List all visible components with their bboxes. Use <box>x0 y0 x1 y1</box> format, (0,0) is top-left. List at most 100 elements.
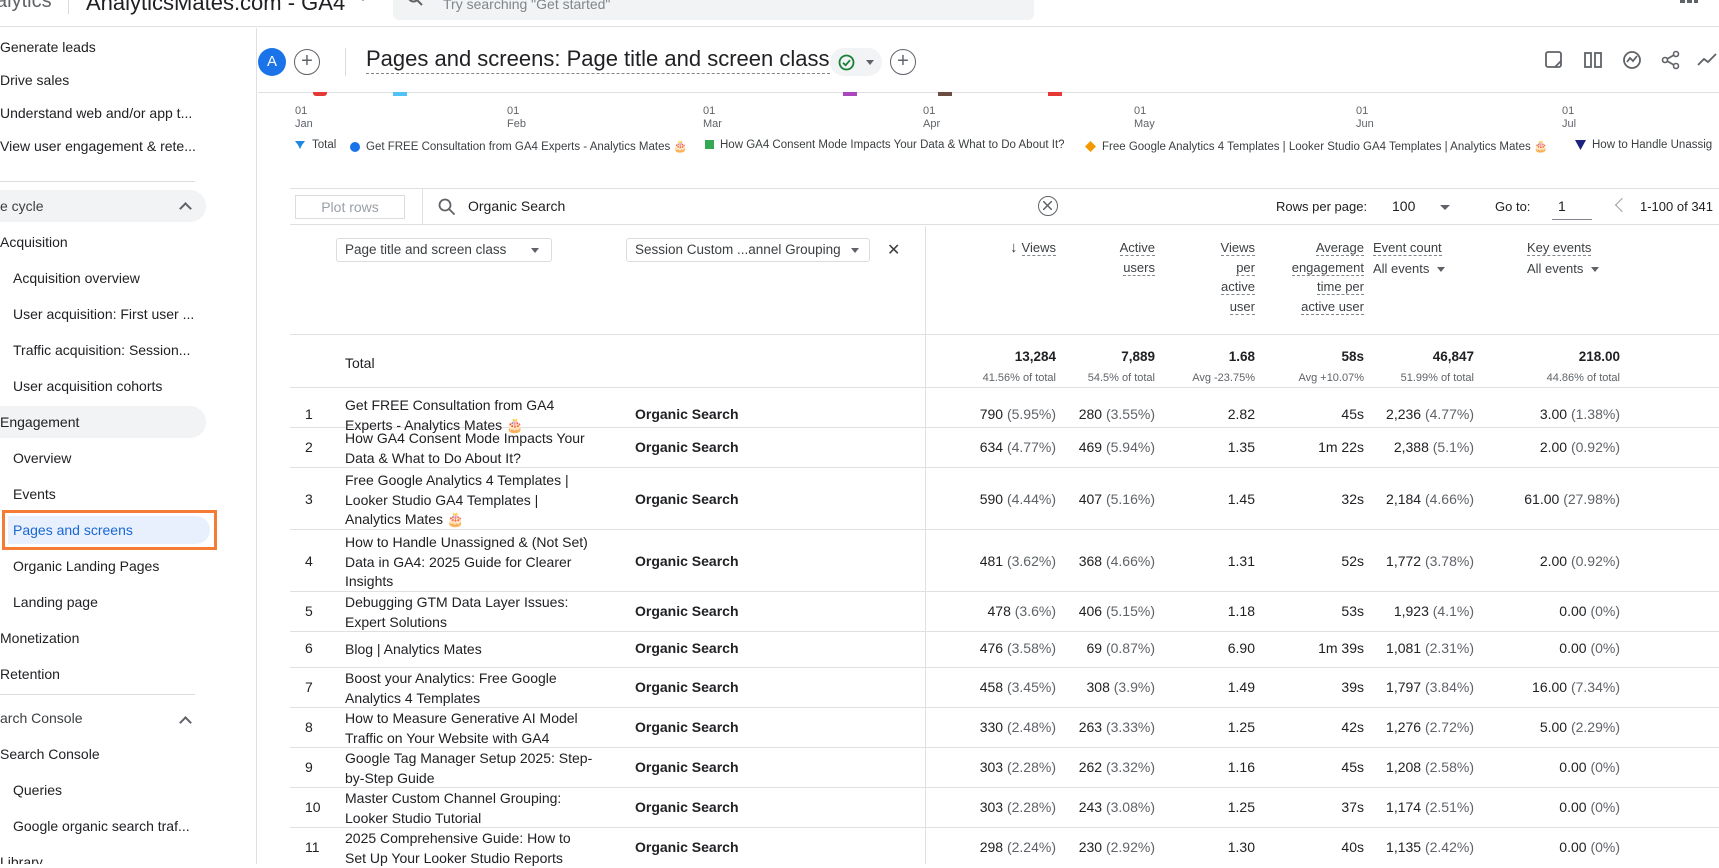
key-events-filter[interactable]: All events <box>1527 261 1600 276</box>
search-placeholder: Try searching "Get started" <box>443 0 611 12</box>
table-row[interactable]: 10 Master Custom Channel Grouping: Looker… <box>290 788 1719 828</box>
column-header-event-count[interactable]: Event count <box>1360 238 1474 258</box>
row-index: 11 <box>305 839 320 855</box>
sidebar-item-drive-sales[interactable]: Drive sales <box>0 65 69 95</box>
table-row[interactable]: 6 Blog | Analytics Mates Organic Search 476… <box>290 632 1719 668</box>
search-input[interactable]: Try searching "Get started" <box>393 0 1034 20</box>
event-count-filter[interactable]: All events <box>1373 261 1446 276</box>
date-range-blank <box>1298 46 1518 78</box>
left-nav: Generate leads Drive sales Understand we… <box>0 28 257 864</box>
row-page-title: Blog | Analytics Mates <box>345 641 482 657</box>
sidebar-section-search-console[interactable]: arch Console <box>0 703 83 733</box>
table-row[interactable]: 8 How to Measure Generative AI Model Traf… <box>290 708 1719 748</box>
rows-per-page-select[interactable]: 100 <box>1392 198 1415 214</box>
legend-series-1[interactable]: Get FREE Consultation from GA4 Experts -… <box>350 139 688 153</box>
chevron-up-icon[interactable] <box>179 716 192 729</box>
primary-dimension-select[interactable]: Page title and screen class <box>336 238 552 262</box>
total-key-events: 218.00 44.86% of total <box>1546 349 1620 384</box>
insights-note-icon[interactable] <box>1543 49 1565 71</box>
sidebar-item-monetization[interactable]: Monetization <box>0 623 79 653</box>
row-key-events: 0.00 (0%) <box>1559 839 1620 855</box>
sidebar-item-search-console[interactable]: Search Console <box>0 739 100 769</box>
compare-icon[interactable] <box>1582 49 1604 71</box>
secondary-dimension-select[interactable]: Session Custom ...annel Grouping <box>626 238 870 262</box>
sidebar-item-generate-leads[interactable]: Generate leads <box>0 32 96 62</box>
row-channel: Organic Search <box>635 679 739 695</box>
sidebar-item-overview[interactable]: Overview <box>13 443 71 473</box>
sidebar-item-landing-page[interactable]: Landing page <box>13 587 98 617</box>
trend-icon[interactable] <box>1696 49 1718 71</box>
sidebar-item-queries[interactable]: Queries <box>13 775 62 805</box>
sidebar-item-google-organic-search[interactable]: Google organic search traf... <box>13 811 190 841</box>
table-row[interactable]: 9 Google Tag Manager Setup 2025: Step-by-… <box>290 748 1719 788</box>
sidebar-item-library[interactable]: Library <box>0 847 43 864</box>
table-row[interactable]: 4 How to Handle Unassigned & (Not Set) Da… <box>290 530 1719 592</box>
apps-icon[interactable] <box>1680 0 1698 6</box>
insights-icon[interactable] <box>1621 49 1643 71</box>
sidebar-item-user-acquisition[interactable]: User acquisition: First user ... <box>13 299 194 329</box>
share-icon[interactable] <box>1660 49 1682 71</box>
chart-mark-purple <box>843 92 857 96</box>
sidebar-item-traffic-acquisition[interactable]: Traffic acquisition: Session... <box>13 335 190 365</box>
legend-series-2[interactable]: How GA4 Consent Mode Impacts Your Data &… <box>705 139 1065 151</box>
report-status-button[interactable] <box>830 48 882 76</box>
column-header-active-users[interactable]: Active users <box>1060 238 1155 277</box>
avatar[interactable]: A <box>258 48 286 76</box>
table-row[interactable]: 1 Get FREE Consultation from GA4 Experts … <box>290 388 1719 433</box>
sidebar-item-events[interactable]: Events <box>13 479 56 509</box>
add-card-icon[interactable]: + <box>890 49 916 75</box>
column-header-key-events[interactable]: Key events <box>1510 238 1620 258</box>
chart-mark-red <box>1048 92 1062 96</box>
column-header-views-per-user[interactable]: Views per active user <box>1170 238 1255 316</box>
plot-rows-button[interactable]: Plot rows <box>295 195 405 219</box>
row-page-title: Free Google Analytics 4 Templates | Look… <box>345 472 569 527</box>
sidebar-item-acquisition-overview[interactable]: Acquisition overview <box>13 263 140 293</box>
column-header-avg-engagement-time[interactable]: Average engagement time per active user <box>1260 238 1364 316</box>
table-search-input[interactable]: Organic Search <box>468 198 565 214</box>
chevron-left-icon[interactable] <box>1614 197 1630 213</box>
row-event-count: 1,923 (4.1%) <box>1393 603 1474 619</box>
row-views-per-user: 1.45 <box>1227 491 1255 507</box>
legend-series-4[interactable]: How to Handle Unassig <box>1575 139 1712 151</box>
sidebar-divider <box>0 694 195 695</box>
sidebar-divider <box>0 181 195 182</box>
row-channel: Organic Search <box>635 439 739 455</box>
row-key-events: 2.00 (0.92%) <box>1539 553 1620 569</box>
sidebar-section-lifecycle[interactable]: e cycle <box>0 191 44 221</box>
table-row[interactable]: 3 Free Google Analytics 4 Templates | Loo… <box>290 468 1719 530</box>
row-active-users: 263 (3.33%) <box>1078 719 1155 735</box>
chevron-down-icon[interactable] <box>358 0 368 1</box>
sidebar-item-retention[interactable]: Retention <box>0 659 60 689</box>
column-header-views[interactable]: ↓ Views <box>970 238 1056 258</box>
legend-total[interactable]: Total <box>294 139 336 151</box>
chevron-down-icon[interactable] <box>1440 205 1450 210</box>
clear-search-icon[interactable] <box>1038 196 1058 216</box>
table-row[interactable]: 5 Debugging GTM Data Layer Issues: Expert… <box>290 592 1719 632</box>
table-row[interactable]: 2 How GA4 Consent Mode Impacts Your Data … <box>290 428 1719 468</box>
goto-page-input[interactable]: 1 <box>1558 198 1566 214</box>
sidebar-item-understand-web[interactable]: Understand web and/or app t... <box>0 98 192 128</box>
sidebar-item-user-acquisition-cohorts[interactable]: User acquisition cohorts <box>13 371 162 401</box>
row-event-count: 1,772 (3.78%) <box>1386 553 1474 569</box>
sidebar-item-organic-landing-pages[interactable]: Organic Landing Pages <box>13 551 159 581</box>
sidebar-item-pages-and-screens[interactable]: Pages and screens <box>13 515 133 545</box>
table-row[interactable]: 7 Boost your Analytics: Free Google Analy… <box>290 668 1719 708</box>
data-table: Page title and screen class Session Cust… <box>290 226 1719 866</box>
chevron-down-icon <box>531 248 539 253</box>
legend-series-3[interactable]: Free Google Analytics 4 Templates | Look… <box>1085 139 1548 153</box>
sort-arrow-down-icon: ↓ <box>1010 239 1018 256</box>
row-channel: Organic Search <box>635 719 739 735</box>
x-tick-mar: 01 Mar <box>703 105 722 130</box>
close-icon[interactable]: ✕ <box>887 240 900 260</box>
add-comparison-icon[interactable]: + <box>294 49 320 75</box>
sidebar-item-engagement[interactable]: Engagement <box>0 407 79 437</box>
page-title[interactable]: Pages and screens: Page title and screen… <box>366 46 830 74</box>
property-selector[interactable]: AnalyticsMates.com - GA4 <box>86 0 345 16</box>
row-active-users: 69 (0.87%) <box>1086 640 1156 656</box>
chevron-down-icon <box>851 248 859 253</box>
x-tick-feb: 01 Feb <box>507 105 526 130</box>
table-row[interactable]: 11 2025 Comprehensive Guide: How to Set U… <box>290 828 1719 868</box>
sidebar-item-user-engagement[interactable]: View user engagement & rete... <box>0 131 196 161</box>
row-active-users: 308 (3.9%) <box>1086 679 1155 695</box>
sidebar-item-acquisition[interactable]: Acquisition <box>0 227 68 257</box>
